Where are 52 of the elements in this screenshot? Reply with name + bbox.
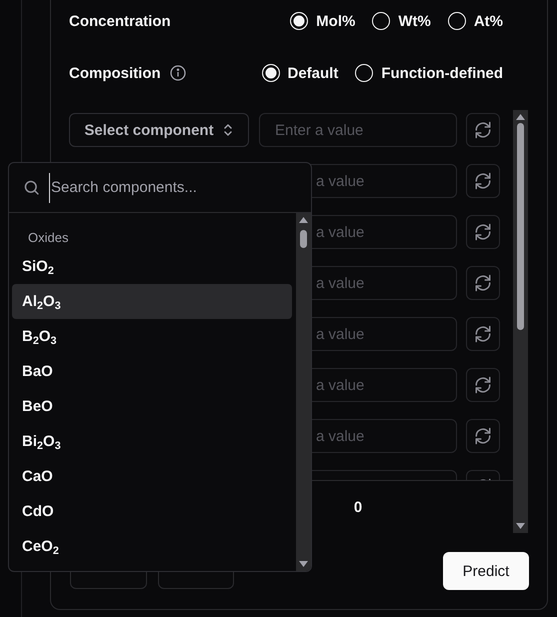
radio-option[interactable]: Function-defined [355, 64, 503, 82]
radio-label: Mol% [316, 12, 356, 30]
scrollbar[interactable] [296, 213, 311, 571]
refresh-icon [474, 274, 492, 292]
info-icon[interactable] [170, 65, 186, 81]
radio-label: At% [474, 12, 503, 30]
value-field[interactable]: Enter a value [259, 113, 457, 147]
refresh-button[interactable] [466, 266, 500, 300]
predict-button[interactable]: Predict [443, 552, 529, 590]
refresh-button[interactable] [466, 419, 500, 453]
group-heading: Oxides [28, 230, 68, 245]
radio-label: Default [288, 64, 338, 82]
scroll-down-icon[interactable] [299, 561, 308, 567]
refresh-button[interactable] [466, 368, 500, 402]
scrollbar[interactable] [513, 110, 528, 533]
refresh-icon [474, 172, 492, 190]
radio-label: Function-defined [381, 64, 503, 82]
scrollbar-thumb[interactable] [517, 123, 524, 330]
refresh-icon [474, 376, 492, 394]
radio-label: Wt% [398, 12, 431, 30]
component-select[interactable]: Select component [69, 113, 249, 147]
refresh-button[interactable] [466, 164, 500, 198]
search-field[interactable]: Search components... [49, 172, 311, 202]
radio-button[interactable] [262, 64, 280, 82]
scroll-up-icon[interactable] [299, 217, 308, 223]
radio-option[interactable]: At% [448, 12, 503, 30]
radio-button[interactable] [355, 64, 374, 82]
radio-option[interactable]: Mol% [290, 12, 356, 30]
scroll-up-icon[interactable] [516, 114, 525, 120]
search-icon [23, 179, 40, 196]
concentration-label: Concentration [69, 12, 171, 30]
refresh-icon [474, 325, 492, 343]
chevron-up-down-icon [222, 122, 234, 138]
composition-label: Composition [69, 64, 161, 82]
radio-option[interactable]: Wt% [372, 12, 431, 30]
dropdown-item[interactable]: Al$_{2}$O$_{3}$ [12, 284, 292, 319]
dropdown-item[interactable]: CeO$_{2}$ [12, 529, 292, 564]
refresh-icon [474, 427, 492, 445]
refresh-button[interactable] [466, 113, 500, 147]
scroll-down-icon[interactable] [516, 523, 525, 529]
radio-button[interactable] [290, 12, 308, 30]
radio-button[interactable] [372, 12, 390, 30]
radio-option[interactable]: Default [262, 64, 338, 82]
scrollbar-thumb[interactable] [300, 230, 307, 248]
refresh-icon [474, 223, 492, 241]
total-value: 0 [354, 498, 362, 516]
refresh-button[interactable] [466, 317, 500, 351]
dropdown-item[interactable]: CaO [12, 459, 292, 494]
refresh-icon [474, 121, 492, 139]
radio-button[interactable] [448, 12, 466, 30]
refresh-button[interactable] [466, 215, 500, 249]
dropdown-item[interactable]: CdO [12, 494, 292, 529]
